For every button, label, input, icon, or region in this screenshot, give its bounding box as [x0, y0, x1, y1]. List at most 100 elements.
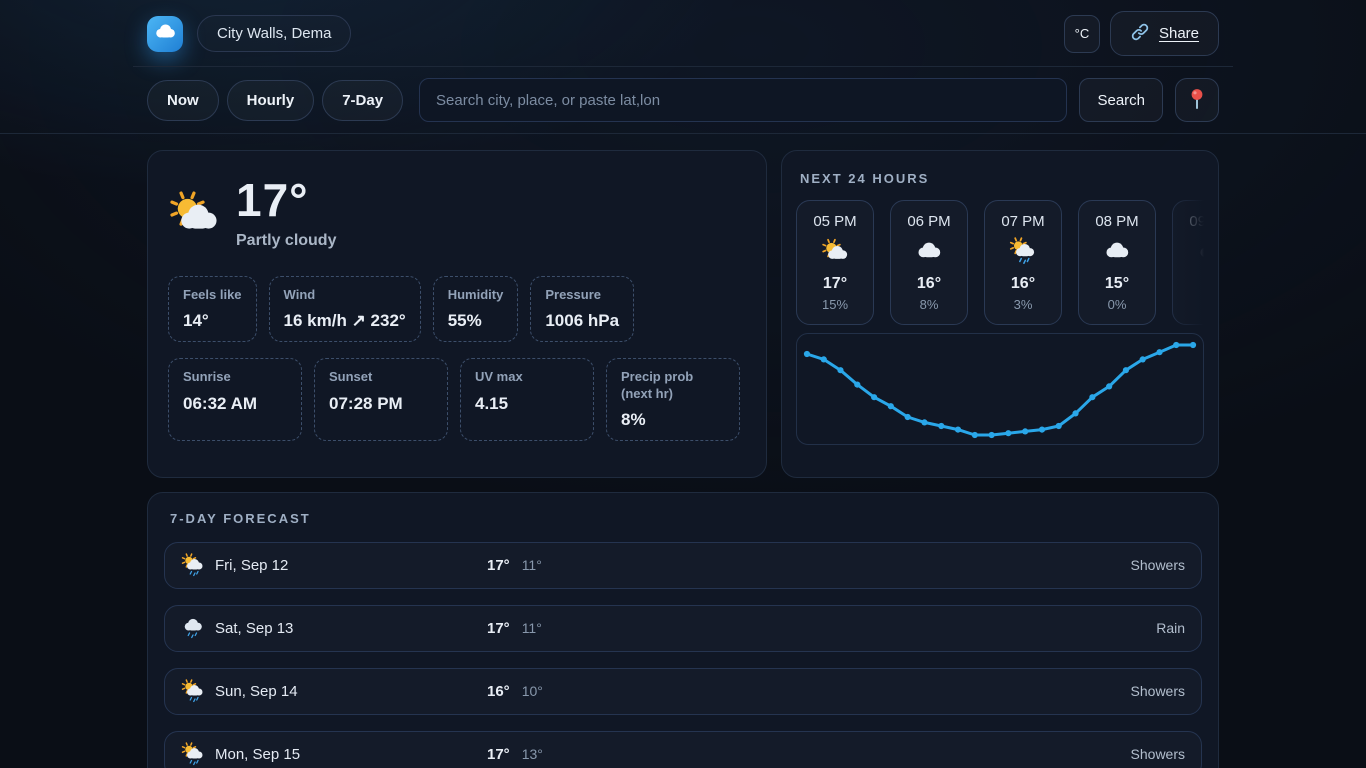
stats-row-2: Sunrise 06:32 AM Sunset 07:28 PM UV max … [168, 358, 746, 441]
search-input[interactable] [419, 78, 1067, 122]
current-temp: 17° [236, 177, 336, 223]
link-icon [1130, 22, 1150, 46]
stat-label: Humidity [448, 287, 504, 303]
stat-chip: UV max 4.15 [460, 358, 594, 441]
hour-weather-icon [915, 257, 943, 274]
day-label: Mon, Sep 15 [215, 746, 487, 763]
hour-precip-probability: 3% [989, 297, 1057, 312]
hour-precip-probability: 0% [1083, 297, 1151, 312]
stat-value: 55% [448, 311, 504, 331]
hour-time: 05 PM [801, 213, 869, 230]
next24-title: NEXT 24 HOURS [800, 171, 1204, 186]
hour-precip-probability [1177, 297, 1204, 312]
stat-value: 06:32 AM [183, 394, 287, 414]
hour-weather-icon [1197, 257, 1204, 274]
hour-temp [1177, 275, 1204, 294]
cloud-icon [153, 22, 177, 45]
day-condition: Showers [607, 683, 1185, 699]
stat-label: Wind [284, 287, 406, 303]
hour-time: 08 PM [1083, 213, 1151, 230]
day-high-temp: 16° [487, 683, 510, 700]
stat-value: 8% [621, 410, 725, 430]
day-low-temp: 13° [522, 746, 543, 762]
current-conditions-card: 17° Partly cloudy Feels like 14° Wind 16… [147, 150, 767, 478]
hour-weather-icon [1103, 257, 1131, 274]
forecast-list: Fri, Sep 12 17° 11° Showers Sat, Sep 13 … [164, 542, 1202, 768]
day-low-temp: 11° [522, 557, 542, 573]
unit-toggle-button[interactable]: °C [1064, 15, 1100, 53]
search-button[interactable]: Search [1079, 78, 1163, 122]
stats-row-1: Feels like 14° Wind 16 km/h ↗ 232° Humid… [168, 276, 746, 342]
forecast-row[interactable]: Sat, Sep 13 17° 11° Rain [164, 605, 1202, 652]
day-condition: Rain [607, 620, 1185, 636]
stat-chip: Sunset 07:28 PM [314, 358, 448, 441]
hour-card[interactable]: 08 PM 15° 0% [1078, 200, 1156, 325]
stat-chip: Wind 16 km/h ↗ 232° [269, 276, 421, 342]
stat-label: UV max [475, 369, 579, 385]
day-label: Fri, Sep 12 [215, 557, 487, 574]
stat-value: 4.15 [475, 394, 579, 414]
stat-label: Precip prob (next hr) [621, 369, 725, 402]
hour-weather-icon [1009, 257, 1037, 274]
stat-label: Sunrise [183, 369, 287, 385]
day-temps: 17° 13° [487, 746, 607, 763]
stat-chip: Pressure 1006 hPa [530, 276, 634, 342]
hour-temp: 15° [1083, 275, 1151, 294]
forecast-row[interactable]: Sun, Sep 14 16° 10° Showers [164, 668, 1202, 715]
day-temps: 17° 11° [487, 620, 607, 637]
header-bar: City Walls, Dema °C Share [0, 0, 1366, 67]
day-condition: Showers [607, 746, 1185, 762]
partly-cloudy-icon [168, 188, 220, 240]
hour-temp: 16° [989, 275, 1057, 294]
day-weather-icon [181, 742, 215, 766]
location-title: City Walls, Dema [197, 15, 351, 52]
seven-day-forecast-card: 7-DAY FORECAST Fri, Sep 12 17° 11° Showe… [147, 492, 1219, 768]
day-low-temp: 11° [522, 620, 542, 636]
share-label: Share [1159, 25, 1199, 42]
hour-precip-probability: 8% [895, 297, 963, 312]
location-pin-button[interactable] [1175, 78, 1219, 122]
stat-label: Feels like [183, 287, 242, 303]
stat-chip: Humidity 55% [433, 276, 519, 342]
share-button[interactable]: Share [1110, 11, 1219, 56]
hour-time: 07 PM [989, 213, 1057, 230]
day-condition: Showers [607, 557, 1185, 573]
hour-temp: 16° [895, 275, 963, 294]
stat-value: 1006 hPa [545, 311, 619, 331]
hour-temp: 17° [801, 275, 869, 294]
hour-card[interactable]: 07 PM 16° 3% [984, 200, 1062, 325]
hour-card[interactable]: 09 PM [1172, 200, 1204, 325]
next-24-hours-card: NEXT 24 HOURS 05 PM 17° 15% 06 PM [781, 150, 1219, 478]
tab-7day[interactable]: 7-Day [322, 80, 403, 121]
round-pushpin-icon [1188, 88, 1206, 113]
forecast-row[interactable]: Fri, Sep 12 17° 11° Showers [164, 542, 1202, 589]
main-content: 17° Partly cloudy Feels like 14° Wind 16… [133, 134, 1233, 768]
stat-chip: Feels like 14° [168, 276, 257, 342]
app-logo [147, 16, 183, 52]
day-high-temp: 17° [487, 620, 510, 637]
day-weather-icon [181, 616, 215, 640]
current-condition: Partly cloudy [236, 232, 336, 250]
day-label: Sun, Sep 14 [215, 683, 487, 700]
hour-precip-probability: 15% [801, 297, 869, 312]
hourly-scroller[interactable]: 05 PM 17° 15% 06 PM 16° 8% [796, 200, 1204, 325]
forecast-row[interactable]: Mon, Sep 15 17° 13° Showers [164, 731, 1202, 768]
day-low-temp: 10° [522, 683, 543, 699]
stat-chip: Precip prob (next hr) 8% [606, 358, 740, 441]
day-temps: 17° 11° [487, 557, 607, 574]
stat-value: 16 km/h ↗ 232° [284, 311, 406, 331]
tab-now[interactable]: Now [147, 80, 219, 121]
day-high-temp: 17° [487, 746, 510, 763]
day-weather-icon [181, 679, 215, 703]
stat-value: 14° [183, 311, 242, 331]
hour-card[interactable]: 06 PM 16° 8% [890, 200, 968, 325]
nav-bar: Now Hourly 7-Day Search [0, 67, 1366, 134]
hour-weather-icon [821, 257, 849, 274]
day-temps: 16° 10° [487, 683, 607, 700]
hour-card[interactable]: 05 PM 17° 15% [796, 200, 874, 325]
hour-time: 06 PM [895, 213, 963, 230]
day-high-temp: 17° [487, 557, 510, 574]
stat-value: 07:28 PM [329, 394, 433, 414]
tab-hourly[interactable]: Hourly [227, 80, 315, 121]
hour-time: 09 PM [1177, 213, 1204, 230]
